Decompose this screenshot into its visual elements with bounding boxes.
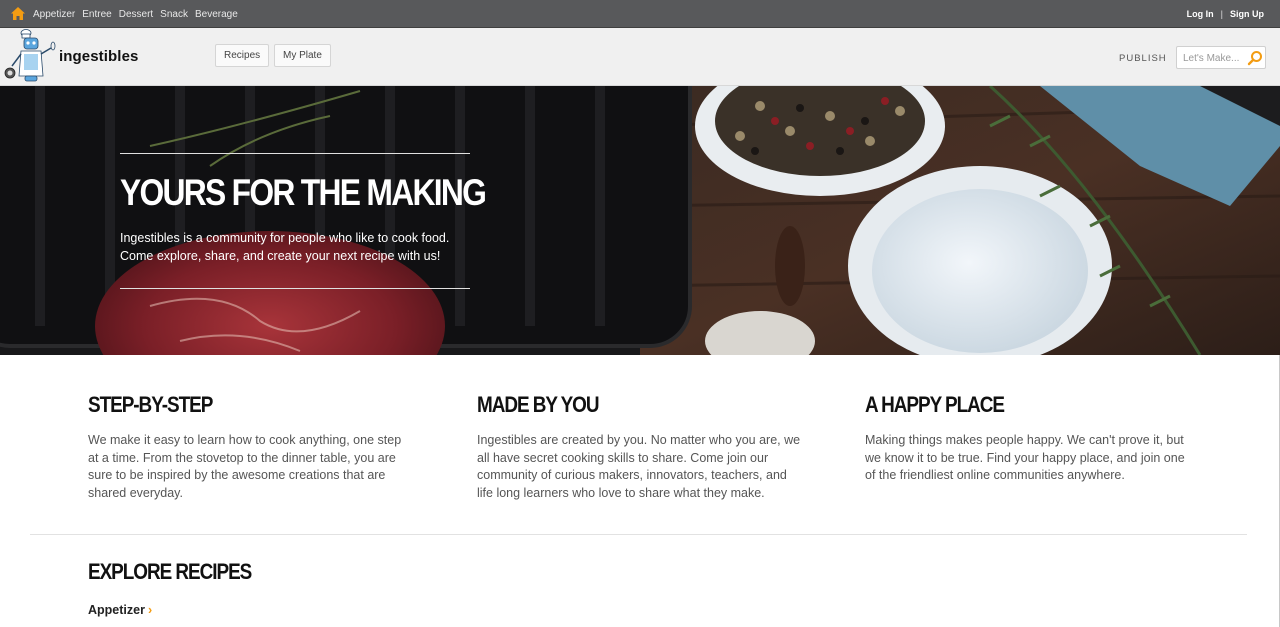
my-plate-button[interactable]: My Plate: [274, 44, 331, 67]
hero-subtitle: Ingestibles is a community for people wh…: [120, 231, 450, 263]
auth-links: Log In | Sign Up: [1187, 0, 1264, 28]
hero-top-rule: [120, 153, 470, 154]
chevron-right-icon: ›: [147, 603, 153, 617]
explore-category-appetizer[interactable]: Appetizer ›: [88, 603, 152, 617]
category-link-beverage[interactable]: Beverage: [195, 9, 238, 20]
category-link-appetizer[interactable]: Appetizer: [33, 9, 75, 20]
feature-made-by-you: MADE BY YOU Ingestibles are created by y…: [477, 392, 807, 502]
category-link-snack[interactable]: Snack: [160, 9, 188, 20]
auth-separator: |: [1220, 9, 1223, 19]
feature-title: MADE BY YOU: [477, 392, 600, 417]
search-input[interactable]: [1183, 51, 1245, 65]
robot-chef-logo-icon: [4, 29, 56, 82]
hero-bottom-rule: [120, 288, 470, 289]
publish-link[interactable]: PUBLISH: [1119, 53, 1167, 64]
category-link-dessert[interactable]: Dessert: [119, 9, 153, 20]
feature-text: Making things makes people happy. We can…: [865, 433, 1185, 483]
feature-happy-place: A HAPPY PLACE Making things makes people…: [865, 392, 1195, 485]
explore-category-label: Appetizer: [88, 603, 145, 617]
category-link-entree[interactable]: Entree: [82, 9, 111, 20]
signup-link[interactable]: Sign Up: [1230, 9, 1264, 19]
section-divider: [30, 534, 1247, 535]
feature-step-by-step: STEP-BY-STEP We make it easy to learn ho…: [88, 392, 418, 502]
login-link[interactable]: Log In: [1187, 9, 1214, 19]
site-header: ingestibles Recipes My Plate PUBLISH: [0, 28, 1280, 86]
hero-food-image: [0, 86, 1280, 355]
explore-recipes-heading: EXPLORE RECIPES: [88, 559, 252, 584]
recipes-button[interactable]: Recipes: [215, 44, 270, 67]
search-box: [1176, 46, 1266, 69]
hero-title: YOURS FOR THE MAKING: [120, 172, 487, 213]
feature-title: STEP-BY-STEP: [88, 392, 213, 417]
brand-name: ingestibles: [59, 48, 139, 65]
category-links: Appetizer Entree Dessert Snack Beverage: [33, 0, 245, 28]
hero-banner: YOURS FOR THE MAKING Ingestibles is a co…: [0, 86, 1280, 355]
feature-text: Ingestibles are created by you. No matte…: [477, 433, 801, 500]
category-bar: Appetizer Entree Dessert Snack Beverage …: [0, 0, 1280, 28]
site-logo[interactable]: ingestibles: [4, 28, 138, 86]
feature-title: A HAPPY PLACE: [865, 392, 1005, 417]
home-icon[interactable]: [11, 7, 25, 20]
search-icon[interactable]: [1247, 50, 1263, 66]
feature-text: We make it easy to learn how to cook any…: [88, 433, 402, 500]
